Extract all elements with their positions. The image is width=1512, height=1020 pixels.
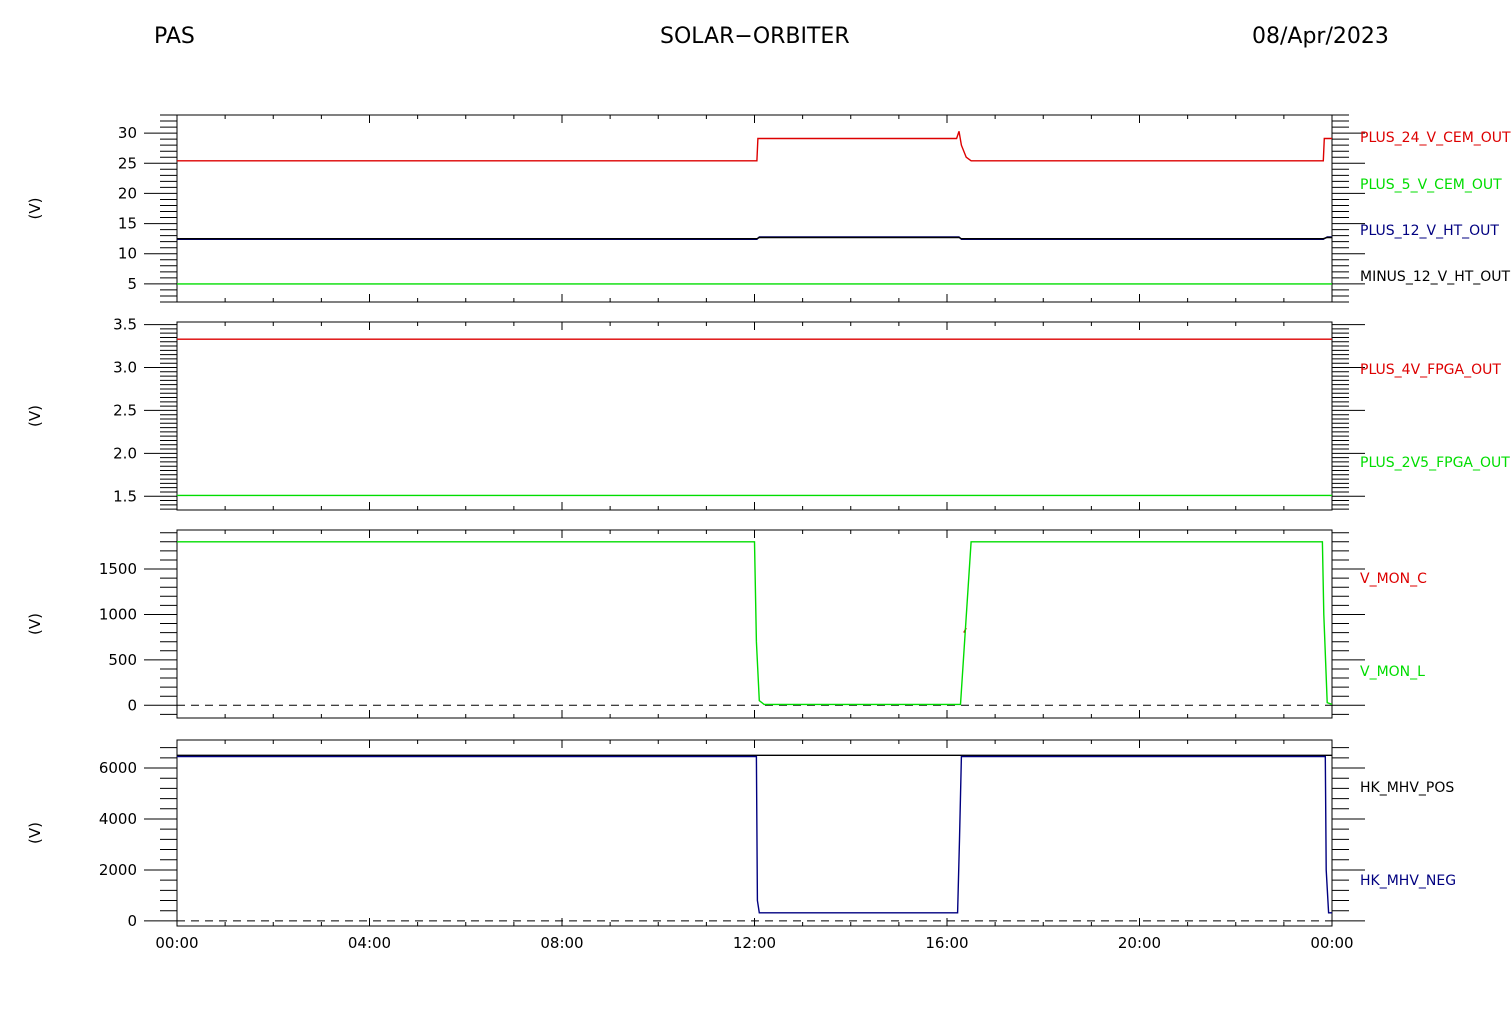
- legend-label: PLUS_24_V_CEM_OUT: [1360, 130, 1511, 146]
- panel-3: 0 500 1000 1500 (V) V_MON_C V_MON_L: [26, 529, 1427, 719]
- y-axis-label: (V): [26, 822, 44, 844]
- y-tick-label: 0: [127, 912, 137, 930]
- panel-1: 5 10 15 20 25 30 (V) PLUS_24_V_CEM_OUT PLUS_5_V_…: [26, 114, 1511, 303]
- legend-label: PLUS_12_V_HT_OUT: [1360, 223, 1499, 239]
- y-tick-label: 2.0: [113, 444, 137, 462]
- y-axis-label: (V): [26, 613, 44, 635]
- panel-frame: [176, 321, 1333, 511]
- y-axis-label: (V): [26, 198, 44, 220]
- y-tick-label: 2.5: [113, 401, 137, 419]
- panel-frame: [176, 114, 1333, 303]
- panel-frame: [176, 739, 1333, 927]
- series-line-minus-12-v-ht-out: [177, 236, 1332, 240]
- x-tick-label: 08:00: [540, 934, 583, 952]
- panel-4: 0 2000 4000 6000 (V) HK_MHV_POS HK_MHV_NEG: [26, 739, 1456, 930]
- y-tick-label: 1000: [99, 605, 137, 623]
- y-tick-label: 0: [127, 696, 137, 714]
- x-tick-label: 04:00: [348, 934, 391, 952]
- legend-label: PLUS_4V_FPGA_OUT: [1360, 362, 1501, 378]
- y-tick-label: 20: [118, 184, 137, 202]
- series-line-hk-mhv-neg: [177, 755, 1332, 914]
- y-tick-label: 500: [108, 651, 137, 669]
- legend-label: MINUS_12_V_HT_OUT: [1360, 269, 1511, 285]
- legend-label: HK_MHV_POS: [1360, 780, 1454, 796]
- x-tick-label: 00:00: [155, 934, 198, 952]
- x-tick-label: 12:00: [733, 934, 776, 952]
- y-tick-label: 15: [118, 215, 137, 233]
- x-tick-label: 00:00: [1310, 934, 1353, 952]
- legend-label: V_MON_C: [1360, 571, 1427, 587]
- y-axis-label: (V): [26, 405, 44, 427]
- y-tick-label: 1.5: [113, 487, 137, 505]
- y-tick-label: 1500: [99, 560, 137, 578]
- y-tick-label: 25: [118, 154, 137, 172]
- legend-label: PLUS_5_V_CEM_OUT: [1360, 177, 1502, 193]
- y-tick-label: 30: [118, 124, 137, 142]
- legend-label: V_MON_L: [1360, 664, 1425, 680]
- y-tick-label: 5: [127, 275, 137, 293]
- panel-2: 1.5 2.0 2.5 3.0 3.5 (V) PLUS_4V_FPGA_OUT PLUS_2…: [26, 316, 1510, 511]
- y-tick-label: 2000: [99, 861, 137, 879]
- y-tick-label: 3.0: [113, 358, 137, 376]
- y-tick-label: 3.5: [113, 316, 137, 334]
- legend-label: HK_MHV_NEG: [1360, 873, 1456, 889]
- series-line-v-mon-l: [177, 541, 1333, 706]
- legend-label: PLUS_2V5_FPGA_OUT: [1360, 455, 1510, 471]
- x-tick-label: 16:00: [925, 934, 968, 952]
- series-line-plus-24-v-cem-out: [177, 131, 1332, 162]
- y-tick-label: 6000: [99, 759, 137, 777]
- x-tick-label: 20:00: [1118, 934, 1161, 952]
- y-tick-label: 10: [118, 245, 137, 263]
- chart-area: 5 10 15 20 25 30 (V) PLUS_24_V_CEM_OUT PLUS_5_V_…: [26, 114, 1511, 952]
- y-tick-label: 4000: [99, 810, 137, 828]
